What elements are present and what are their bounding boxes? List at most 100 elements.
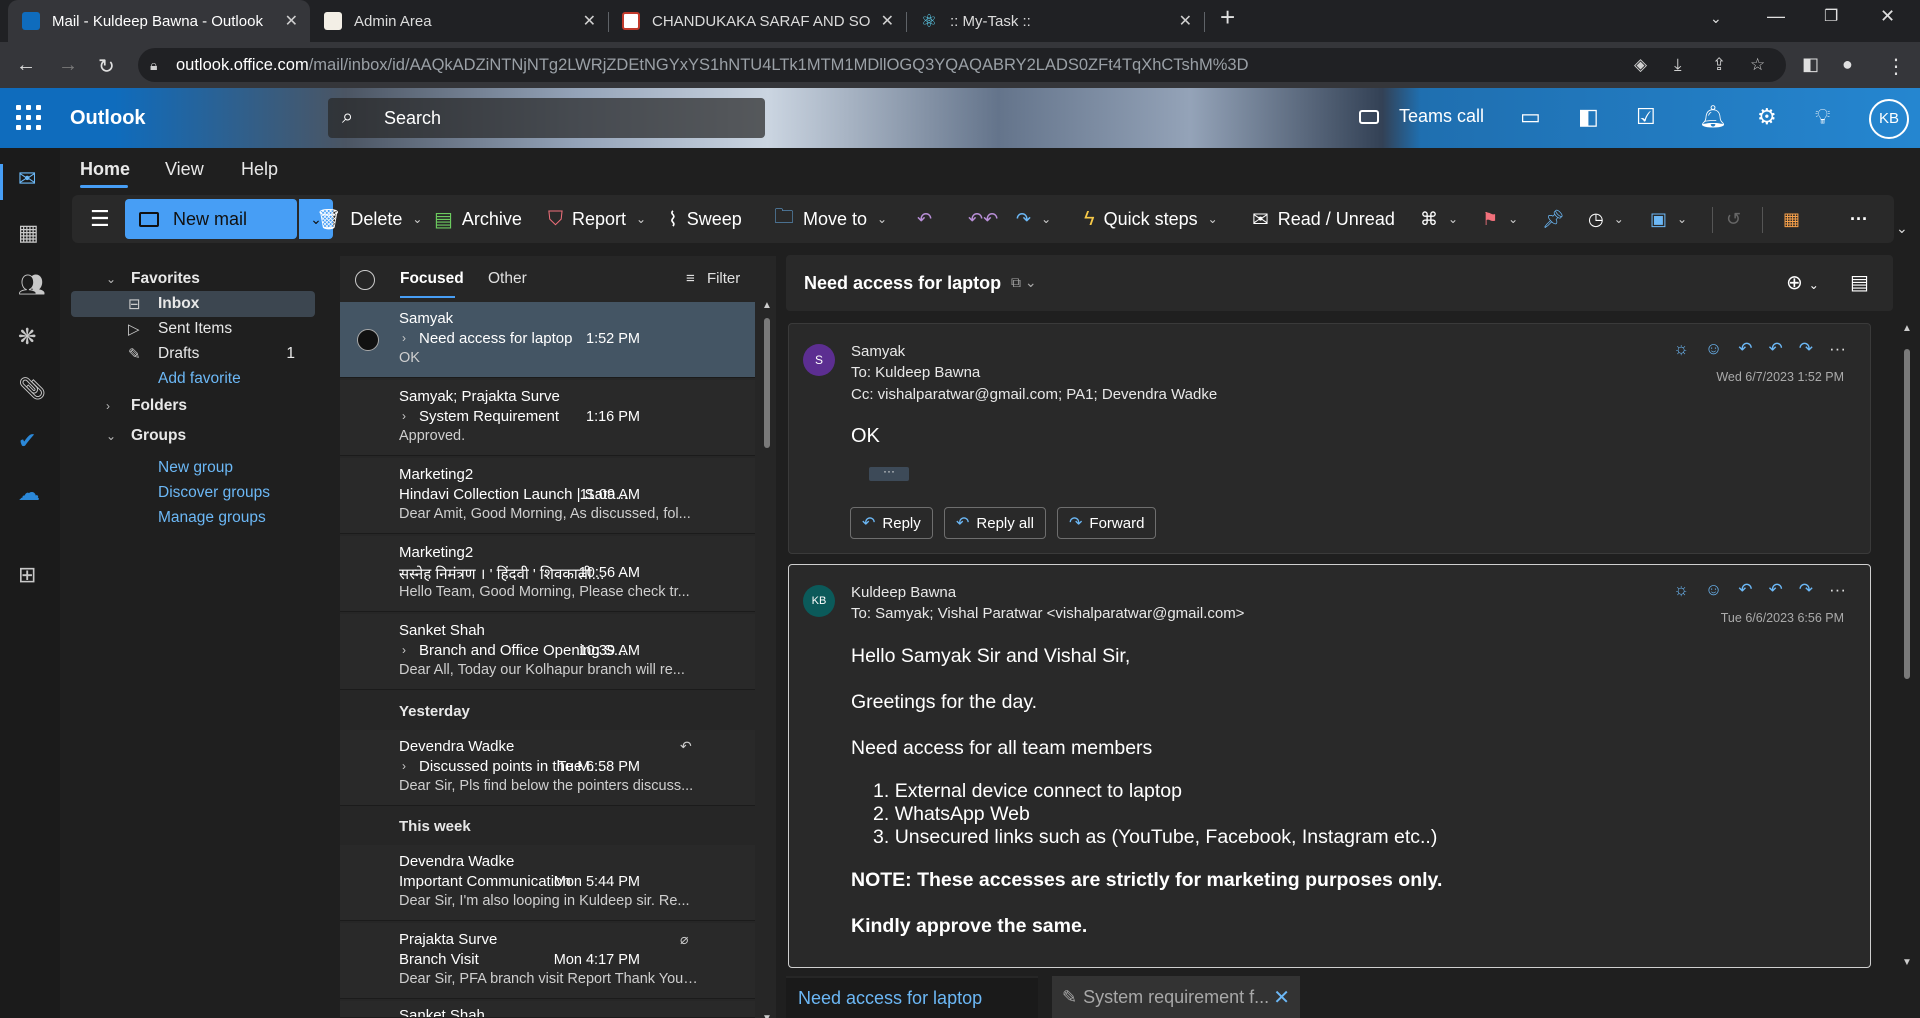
filter-button[interactable]: ≡ Filter (686, 270, 740, 287)
minimize-icon[interactable]: — (1767, 6, 1785, 27)
browser-tab-mytask[interactable]: ⚛ :: My-Task :: ✕ (906, 0, 1204, 42)
window-close-icon[interactable]: ✕ (1880, 6, 1895, 27)
bottom-tab-message[interactable]: Need access for laptop (786, 976, 1038, 1018)
reload-icon[interactable]: ↻ (98, 54, 115, 79)
groups-icon[interactable]: ❋ (18, 324, 36, 350)
bookmark-star-icon[interactable]: ☆ (1750, 55, 1765, 75)
folder-drafts[interactable]: ✎ Drafts 1 (60, 341, 315, 367)
browser-menu-icon[interactable]: ⋮ (1886, 54, 1906, 79)
address-bar[interactable]: 🔒︎ outlook.office.com/mail/inbox/id/AAQk… (138, 48, 1786, 82)
sensitivity-dropdown[interactable]: ⧉ ⌄ (1011, 274, 1037, 291)
tab-home[interactable]: Home (80, 159, 130, 180)
select-all-checkbox[interactable] (355, 270, 375, 290)
side-panel-icon[interactable]: ◧ (1802, 54, 1819, 75)
close-draft-icon[interactable]: ✕ (1273, 985, 1290, 1010)
add-favorite-link[interactable]: Add favorite (60, 366, 315, 392)
app-launcher-icon[interactable] (16, 105, 42, 131)
close-tab-icon[interactable]: ✕ (583, 11, 596, 31)
thread-chevron-icon[interactable]: › (402, 643, 406, 657)
sender-name[interactable]: Samyak (851, 343, 905, 360)
mail-icon[interactable]: ✉ (18, 166, 36, 192)
sweep-button[interactable]: ⌇ Sweep (668, 195, 742, 243)
scroll-up-icon[interactable]: ▲ (1902, 323, 1912, 334)
tab-view[interactable]: View (165, 159, 204, 180)
settings-gear-icon[interactable]: ⚙ (1757, 104, 1777, 130)
sun-icon[interactable]: ☼ (1673, 580, 1689, 600)
quick-steps-button[interactable]: ϟ Quick steps ⌄ (1084, 195, 1218, 243)
scroll-down-icon[interactable]: ▼ (762, 1013, 772, 1018)
close-tab-icon[interactable]: ✕ (285, 11, 298, 31)
people-icon[interactable]: 👥︎ (18, 272, 46, 298)
delete-button[interactable]: 🗑︎ Delete ⌄ (316, 195, 422, 243)
scroll-thumb[interactable] (764, 318, 770, 448)
favorites-header[interactable]: ⌄ Favorites (60, 266, 315, 292)
forward-arrow-icon[interactable]: → (58, 54, 78, 77)
more-actions-icon[interactable]: ··· (1829, 339, 1846, 359)
read-unread-button[interactable]: ✉ Read / Unread (1252, 195, 1395, 243)
reply-button[interactable]: ↶ Reply (850, 507, 933, 539)
discover-groups-link[interactable]: Discover groups (60, 480, 315, 506)
browser-tab-admin[interactable]: Admin Area ✕ (310, 0, 608, 42)
folders-header[interactable]: › Folders (60, 393, 315, 419)
undo-icon[interactable]: ↺ (1726, 195, 1741, 243)
focused-pivot[interactable]: Focused (400, 270, 464, 288)
message-row[interactable]: Marketing2 सस्नेह निमंत्रण । ' हिंदवी ' … (340, 536, 755, 612)
message-list-scrollbar[interactable]: ▲ ▼ (761, 300, 773, 1018)
thread-chevron-icon[interactable]: › (402, 759, 406, 773)
more-apps-icon[interactable]: ⊞ (18, 562, 36, 588)
move-to-button[interactable]: 🗀︎ Move to ⌄ (774, 195, 887, 243)
restore-icon[interactable]: ❐ (1824, 6, 1838, 26)
my-day-icon[interactable]: ☑ (1636, 104, 1656, 130)
forward-icon[interactable]: ↷ (1799, 580, 1813, 600)
pin-icon[interactable]: 📌︎ (1542, 195, 1565, 243)
calendar-icon[interactable]: ▦ (18, 220, 39, 246)
tag-dropdown[interactable]: ⌘ ⌄ (1420, 195, 1458, 243)
new-group-link[interactable]: New group (60, 455, 315, 481)
snooze-dropdown[interactable]: ◷ ⌄ (1588, 195, 1624, 243)
hamburger-menu-icon[interactable]: ☰ (90, 195, 110, 243)
flag-dropdown[interactable]: ⚑ ⌄ (1482, 195, 1518, 243)
thread-chevron-icon[interactable]: › (402, 409, 406, 423)
tips-lightbulb-icon[interactable]: 💡︎ (1815, 104, 1830, 130)
more-actions-icon[interactable]: ··· (1829, 580, 1846, 600)
reply-icon[interactable]: ↶ (1738, 580, 1752, 600)
reply-icon[interactable]: ↶ (1738, 339, 1752, 359)
close-tab-icon[interactable]: ✕ (881, 11, 894, 31)
archive-button[interactable]: ▤ Archive (434, 195, 522, 243)
reply-icon[interactable]: ↶ (917, 195, 932, 243)
extension-icon[interactable]: ◈ (1634, 55, 1647, 75)
rules-dropdown[interactable]: ▣ ⌄ (1650, 195, 1687, 243)
folder-inbox[interactable]: ⊟ Inbox (71, 291, 315, 317)
folder-sent-items[interactable]: ▷ Sent Items (60, 316, 315, 342)
back-arrow-icon[interactable]: ← (16, 54, 36, 77)
onedrive-cloud-icon[interactable]: ☁ (18, 480, 40, 506)
tab-help[interactable]: Help (241, 159, 278, 180)
reading-pane-scrollbar[interactable]: ▲ ▼ (1900, 323, 1914, 968)
browser-tab-outlook[interactable]: Mail - Kuldeep Bawna - Outlook ✕ (8, 0, 310, 42)
show-trimmed-content-button[interactable]: ··· (869, 465, 909, 481)
install-app-icon[interactable]: ⤓ (1674, 55, 1682, 75)
browser-tab-chandukaka[interactable]: CHANDUKAKA SARAF AND SONS ✕ (608, 0, 906, 42)
search-box[interactable]: ⌕ Search (328, 98, 765, 138)
open-in-new-window-icon[interactable]: ▤ (1850, 270, 1869, 295)
tab-search-chevron-icon[interactable]: ⌄ (1710, 10, 1722, 27)
message-row[interactable]: Samyak; Prajakta Surve › System Requirem… (340, 380, 755, 456)
teams-call-button[interactable]: Teams call (1359, 106, 1484, 127)
chat-icon[interactable]: ▭ (1520, 104, 1541, 130)
message-row[interactable]: Marketing2 Hindavi Collection Launch | S… (340, 458, 755, 534)
reply-all-icon[interactable]: ↶↶ (968, 195, 998, 243)
manage-groups-link[interactable]: Manage groups (60, 505, 315, 531)
message-row[interactable]: Devendra Wadke Important Communication M… (340, 845, 755, 921)
todo-check-icon[interactable]: ✔ (18, 428, 36, 454)
share-icon[interactable]: ⇪ (1712, 55, 1726, 75)
message-row[interactable]: Sanket Shah › Branch and Office Opening … (340, 614, 755, 690)
forward-icon[interactable]: ↷ (1799, 339, 1813, 359)
select-message-radio[interactable] (357, 329, 379, 351)
collapse-ribbon-icon[interactable]: ⌄ (1896, 220, 1908, 237)
message-row[interactable]: Sanket Shah (340, 1001, 755, 1018)
zoom-dropdown[interactable]: ⊕ ⌄ (1786, 270, 1819, 295)
scroll-down-icon[interactable]: ▼ (1902, 957, 1912, 968)
forward-icon[interactable]: ↷ ⌄ (1016, 195, 1051, 243)
bottom-tab-draft[interactable]: ✎ System requirement f... ✕ (1052, 976, 1300, 1018)
emoji-react-icon[interactable]: ☺ (1705, 580, 1722, 600)
